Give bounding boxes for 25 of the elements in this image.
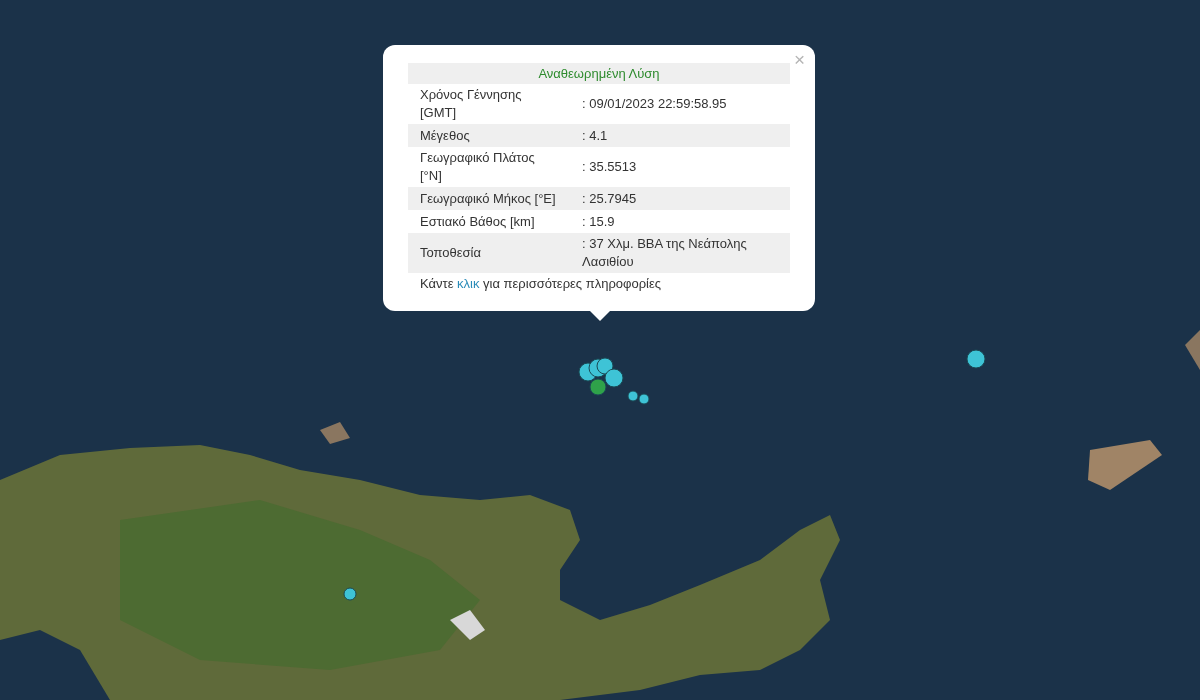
field-value: : 35.5513 — [581, 158, 638, 176]
field-value: : 09/01/2023 22:59:58.95 — [581, 95, 728, 113]
earthquake-marker[interactable] — [596, 357, 614, 375]
island — [1185, 330, 1200, 370]
field-label: Μέγεθος — [419, 126, 471, 145]
field-value: : 37 Χλμ. ΒΒΑ της Νεάπολης Λασιθίου — [581, 235, 748, 271]
earthquake-marker[interactable] — [604, 368, 624, 388]
more-info-text: Κάντε κλικ για περισσότερες πληροφορίες — [420, 276, 663, 291]
field-value: : 15.9 — [581, 212, 616, 231]
field-label: Γεωγραφικό Πλάτος [°N] — [419, 149, 536, 185]
earthquake-marker[interactable] — [589, 378, 607, 396]
earthquake-marker[interactable] — [627, 390, 639, 402]
earthquake-marker[interactable] — [966, 349, 986, 369]
close-button[interactable]: × — [789, 49, 809, 71]
snow-patch — [450, 610, 485, 640]
field-label: Τοποθεσία — [419, 244, 483, 262]
field-value: : 25.7945 — [581, 189, 638, 208]
field-label: Εστιακό Βάθος [km] — [419, 212, 536, 231]
earthquake-marker[interactable] — [343, 587, 357, 601]
click-link[interactable]: κλικ — [457, 276, 480, 291]
field-label: Γεωγραφικό Μήκος [°E] — [419, 189, 557, 208]
field-value: : 4.1 — [581, 126, 609, 145]
field-label: Χρόνος Γέννησης [GMT] — [419, 86, 523, 122]
earthquake-marker[interactable] — [638, 393, 650, 405]
popup-title: Αναθεωρημένη Λύση — [408, 63, 790, 84]
